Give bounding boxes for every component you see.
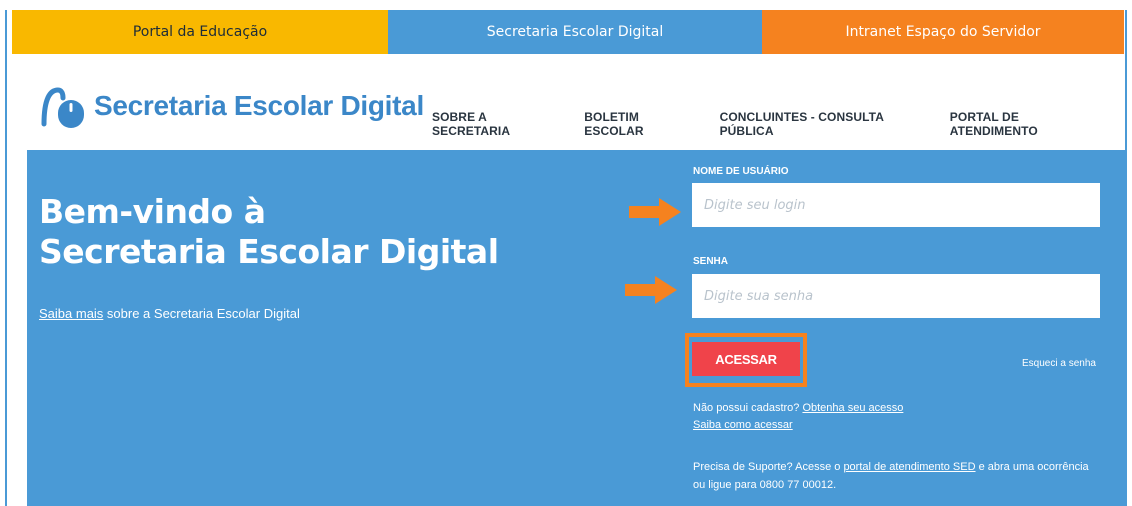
top-portal-bar: Portal da Educação Secretaria Escolar Di… xyxy=(12,10,1124,54)
arrow-right-icon xyxy=(629,198,681,226)
password-input[interactable] xyxy=(692,274,1100,318)
frame-border-left xyxy=(5,10,7,506)
about-rest: sobre a Secretaria Escolar Digital xyxy=(103,306,300,321)
support-info: Precisa de Suporte? Acesse o portal de a… xyxy=(693,458,1093,494)
frame-border-right xyxy=(1125,10,1127,506)
username-input[interactable] xyxy=(692,183,1100,227)
forgot-password-link[interactable]: Esqueci a senha xyxy=(1022,358,1096,369)
get-access-link[interactable]: Obtenha seu acesso xyxy=(802,402,903,414)
support-prefix: Precisa de Suporte? Acesse o xyxy=(693,461,844,473)
no-account-text: Não possui cadastro? xyxy=(693,402,803,414)
nav-sobre[interactable]: SOBRE A SECRETARIA xyxy=(432,110,556,138)
tab-intranet[interactable]: Intranet Espaço do Servidor xyxy=(762,10,1124,54)
register-info: Não possui cadastro? Obtenha seu acesso … xyxy=(693,400,903,434)
password-label: SENHA xyxy=(693,256,729,267)
username-label: NOME DE USUÁRIO xyxy=(693,166,789,177)
tab-secretaria-escolar-digital[interactable]: Secretaria Escolar Digital xyxy=(388,10,762,54)
how-to-access-link[interactable]: Saiba como acessar xyxy=(693,419,793,431)
welcome-line-1: Bem-vindo à xyxy=(39,192,266,231)
submit-highlight-box: ACESSAR xyxy=(685,333,807,387)
about-text: Saiba mais sobre a Secretaria Escolar Di… xyxy=(39,306,300,321)
tab-portal-educacao[interactable]: Portal da Educação xyxy=(12,10,388,54)
nav-concluintes[interactable]: CONCLUINTES - CONSULTA PÚBLICA xyxy=(720,110,922,138)
logo-text: Secretaria Escolar Digital xyxy=(94,90,424,121)
support-portal-link[interactable]: portal de atendimento SED xyxy=(843,461,975,473)
nav-boletim[interactable]: BOLETIM ESCOLAR xyxy=(584,110,691,138)
site-logo[interactable]: Secretaria Escolar Digital xyxy=(40,82,424,130)
about-link[interactable]: Saiba mais xyxy=(39,306,103,321)
nav-portal-atendimento[interactable]: PORTAL DE ATENDIMENTO xyxy=(950,110,1096,138)
welcome-line-2: Secretaria Escolar Digital xyxy=(39,232,499,271)
acessar-button[interactable]: ACESSAR xyxy=(692,342,800,376)
arrow-right-icon xyxy=(625,276,677,304)
welcome-heading: Bem-vindo à Secretaria Escolar Digital xyxy=(39,192,499,272)
site-header: Secretaria Escolar Digital SOBRE A SECRE… xyxy=(12,54,1124,150)
mouse-logo-icon xyxy=(41,87,84,128)
login-hero: Bem-vindo à Secretaria Escolar Digital S… xyxy=(27,150,1125,506)
page: Portal da Educação Secretaria Escolar Di… xyxy=(0,0,1132,506)
main-nav: SOBRE A SECRETARIA BOLETIM ESCOLAR CONCL… xyxy=(432,110,1124,138)
